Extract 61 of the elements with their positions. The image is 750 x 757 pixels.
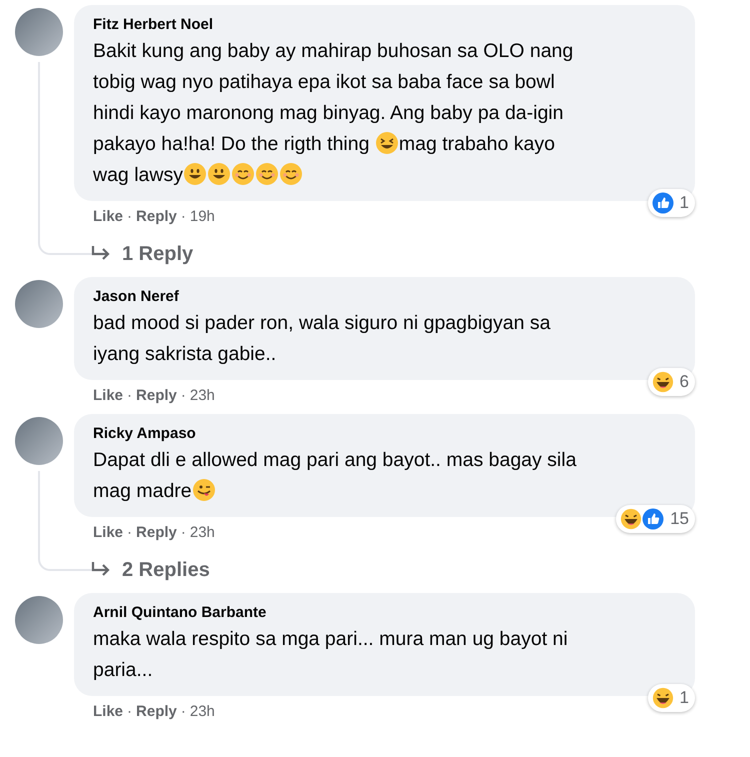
comment-text: hindi kayo maronong mag binyag. Ang baby pa da-igin (93, 101, 564, 126)
comment-text: iyang sakrista gabie.. (93, 342, 278, 367)
avatar[interactable] (15, 596, 63, 644)
separator-dot: · (180, 524, 186, 541)
avatar[interactable] (15, 280, 63, 328)
reaction-badge[interactable]: 6 (648, 368, 695, 396)
action-link[interactable]: Reply (136, 703, 177, 720)
separator-dot: · (127, 703, 132, 720)
avatar[interactable] (15, 8, 63, 56)
action-link[interactable]: Reply (136, 387, 177, 404)
smiley-face-icon (254, 162, 279, 186)
reaction-badge[interactable]: 15 (616, 505, 695, 533)
reaction-count: 15 (670, 509, 689, 529)
smiley-face-icon (192, 478, 216, 502)
comment-text: mag madre (93, 476, 677, 507)
comment-text: maka wala respito sa mga pari... mura man ug bayot ni (93, 627, 569, 652)
comment-text: wag lawsy (93, 160, 677, 191)
separator-dot: · (127, 387, 132, 404)
thumbs-up-icon (652, 192, 674, 214)
separator-dot: · (180, 208, 186, 225)
reaction-count: 1 (680, 193, 689, 213)
action-link[interactable]: Like (93, 703, 124, 720)
timestamp[interactable]: 23h (190, 387, 215, 404)
timestamp[interactable]: 19h (190, 208, 215, 225)
action-link[interactable]: Reply (136, 524, 177, 541)
avatar[interactable] (15, 417, 63, 465)
comment-text: Dapat dli e allowed mag pari ang bayot.. mas bagay sila (93, 448, 578, 473)
smiley-face-icon (278, 162, 303, 186)
reaction-count: 6 (680, 372, 689, 392)
smiley-face-icon (182, 162, 207, 186)
separator-dot: · (127, 524, 132, 541)
action-link[interactable]: Like (93, 387, 124, 404)
smiley-face-icon (206, 162, 231, 186)
timestamp[interactable]: 23h (190, 524, 215, 541)
author-name[interactable]: Jason Neref (93, 286, 677, 308)
comment-text: tobig wag nyo patihaya epa ikot sa baba face sa bowl (93, 70, 556, 95)
author-name[interactable]: Ricky Ampaso (93, 423, 677, 445)
thumbs-up-icon (642, 508, 664, 530)
reaction-badge[interactable]: 1 (648, 684, 695, 712)
view-replies-link[interactable]: 2 Replies (90, 558, 210, 582)
action-link[interactable]: Like (93, 208, 124, 225)
separator-dot: · (180, 387, 186, 404)
comment-text: paria... (93, 658, 154, 683)
separator-dot: · (127, 208, 132, 225)
reaction-badge[interactable]: 1 (648, 189, 695, 217)
smiley-face-icon (230, 162, 255, 186)
action-link[interactable]: Like (93, 524, 124, 541)
separator-dot: · (180, 703, 186, 720)
laughing-face-icon (620, 508, 642, 530)
comment-text: pakayo ha!ha! Do the rigth thing mag trabaho kayo (93, 130, 556, 157)
timestamp[interactable]: 23h (190, 703, 215, 720)
laughing-face-icon (652, 371, 674, 393)
comment-text: bad mood si pader ron, wala siguro ni gpagbigyan sa (93, 311, 552, 336)
view-replies-link[interactable]: 1 Reply (90, 242, 194, 266)
laughing-face-icon (652, 687, 674, 709)
author-name[interactable]: Fitz Herbert Noel (93, 14, 677, 36)
comment-text: Bakit kung ang baby ay mahirap buhosan sa OLO nang (93, 39, 574, 64)
action-link[interactable]: Reply (136, 208, 177, 225)
smiley-face-icon (374, 131, 399, 155)
author-name[interactable]: Arnil Quintano Barbante (93, 602, 677, 624)
reaction-count: 1 (680, 688, 689, 708)
